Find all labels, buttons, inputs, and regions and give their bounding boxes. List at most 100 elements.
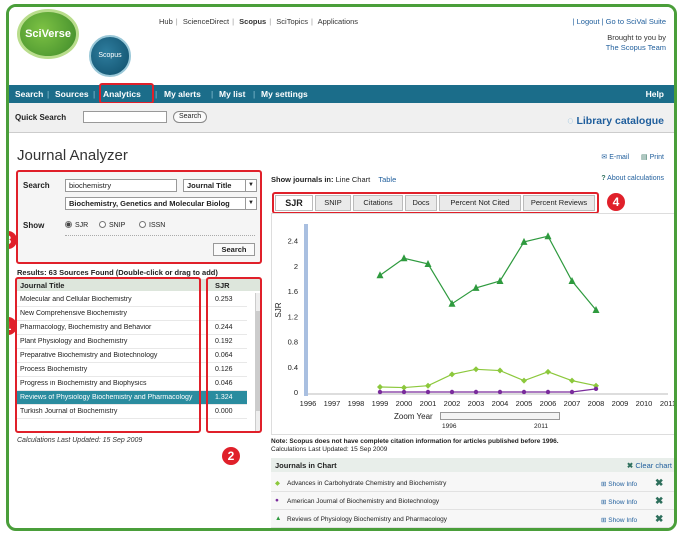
top-link-scopus[interactable]: Scopus xyxy=(239,17,266,26)
data-point xyxy=(376,271,384,279)
header: SciVerse Scopus Hub | ScienceDirect | Scop… xyxy=(9,7,674,85)
y-axis-title: SJR xyxy=(274,302,283,317)
data-point xyxy=(449,389,455,395)
calculations-updated: Calculations Last Updated: 15 Sep 2009 xyxy=(17,437,143,444)
top-link-hub[interactable]: Hub xyxy=(159,17,173,26)
list-item[interactable]: ◆ Advances in Carbohydrate Chemistry and… xyxy=(271,476,674,492)
data-point xyxy=(593,386,599,392)
show-info-link[interactable]: ⊞ Show Info xyxy=(601,480,637,488)
data-point xyxy=(401,384,407,391)
search-panel-highlight xyxy=(16,170,262,264)
sjr-line-chart[interactable]: 0 0.4 0.8 1.2 1.6 2 2.4 SJR 1996 1997 1998 1999 2000… xyxy=(271,213,676,435)
chart-svg: 0 0.4 0.8 1.2 1.6 2 2.4 SJR 1996 1997 1998 1999 2000… xyxy=(274,224,676,408)
x-tick-label: 1996 xyxy=(300,399,317,408)
top-links: Hub | ScienceDirect | Scopus | SciTopics | A… xyxy=(159,17,359,26)
nav-my-alerts[interactable]: My alerts xyxy=(164,89,201,99)
diamond-icon: ◆ xyxy=(275,480,280,487)
help-icon: ? xyxy=(601,175,606,182)
y-tick-label: 1.6 xyxy=(288,287,298,296)
results-count: Results: 63 Sources Found (Double-click … xyxy=(17,268,218,277)
page-title: Journal Analyzer xyxy=(17,147,128,164)
y-tick-label: 1.2 xyxy=(288,312,298,321)
data-point xyxy=(569,389,575,395)
show-info-link[interactable]: ⊞ Show Info xyxy=(601,516,637,524)
data-point xyxy=(569,377,575,384)
line-chart-option[interactable]: Line Chart xyxy=(336,175,371,184)
x-tick-label: 2001 xyxy=(420,399,437,408)
sciverse-logo[interactable]: SciVerse xyxy=(17,9,79,59)
top-link-applications[interactable]: Applications xyxy=(318,17,358,26)
citation-note: Note: Scopus does not have complete cita… xyxy=(271,438,559,453)
data-point xyxy=(497,389,503,395)
title-column-highlight xyxy=(15,277,201,433)
x-tick-label: 1997 xyxy=(324,399,341,408)
triangle-icon: ▲ xyxy=(275,515,282,522)
brought-team[interactable]: The Scopus Team xyxy=(573,43,666,53)
annotation-badge-4: 4 xyxy=(607,193,625,211)
quick-search-bar: Quick Search Search ◌ Library catalogue xyxy=(9,103,674,133)
y-tick-label: 0.8 xyxy=(288,338,298,347)
x-tick-label: 2005 xyxy=(516,399,533,408)
data-point xyxy=(544,232,552,240)
email-print-links: ✉ E-mail ▤ Print xyxy=(601,153,664,161)
list-item[interactable]: ▲ Reviews of Physiology Biochemistry and… xyxy=(271,512,674,528)
x-tick-label: 2006 xyxy=(540,399,557,408)
list-item[interactable]: ● American Journal of Biochemistry and B… xyxy=(271,494,674,510)
show-journals-in: Show journals in: Line Chart Table xyxy=(271,175,397,184)
journals-in-chart-header: Journals in Chart ✖ Clear chart xyxy=(271,458,674,472)
zoom-to-label: 2011 xyxy=(534,423,548,430)
account-links[interactable]: | Logout | Go to SciVal Suite xyxy=(573,17,666,27)
y-tick-label: 0.4 xyxy=(288,363,298,372)
series-line-0 xyxy=(379,368,597,389)
data-point xyxy=(449,371,455,378)
email-link[interactable]: E-mail xyxy=(609,154,629,161)
y-tick-label: 2.4 xyxy=(288,237,298,246)
y-tick-label: 2 xyxy=(294,262,298,271)
circle-icon: ● xyxy=(275,497,279,504)
top-link-scitopics[interactable]: SciTopics xyxy=(276,17,308,26)
data-point xyxy=(545,389,551,395)
y-tick-label: 0 xyxy=(294,388,298,397)
app-frame: SciVerse Scopus Hub | ScienceDirect | Scop… xyxy=(6,4,677,531)
data-point xyxy=(401,389,407,395)
scopus-logo[interactable]: Scopus xyxy=(89,35,131,77)
print-link[interactable]: Print xyxy=(650,154,664,161)
nav-my-list[interactable]: My list xyxy=(219,89,245,99)
nav-search[interactable]: Search xyxy=(15,89,43,99)
data-point xyxy=(545,368,551,375)
remove-icon[interactable]: ✖ xyxy=(655,514,663,525)
nav-help[interactable]: Help xyxy=(646,89,664,99)
zoom-from-label: 1996 xyxy=(442,423,457,430)
x-tick-label: 1998 xyxy=(348,399,365,408)
data-point xyxy=(497,367,503,374)
quick-search-input[interactable] xyxy=(83,111,167,123)
data-point xyxy=(377,389,383,395)
library-catalogue-link[interactable]: ◌ Library catalogue xyxy=(567,115,664,127)
nav-sources[interactable]: Sources xyxy=(55,89,89,99)
analytics-highlight xyxy=(99,83,154,104)
nav-my-settings[interactable]: My settings xyxy=(261,89,308,99)
top-link-sciencedirect[interactable]: ScienceDirect xyxy=(183,17,229,26)
about-calculations-link[interactable]: ? About calculations xyxy=(601,175,664,182)
clear-chart-button[interactable]: ✖ Clear chart xyxy=(627,461,672,470)
data-point xyxy=(400,254,408,262)
table-view-link[interactable]: Table xyxy=(378,175,396,184)
remove-icon[interactable]: ✖ xyxy=(655,478,663,489)
print-icon: ▤ xyxy=(641,154,648,161)
data-point xyxy=(473,366,479,373)
library-icon: ◌ xyxy=(567,115,574,127)
quick-search-button[interactable]: Search xyxy=(173,111,208,123)
email-icon: ✉ xyxy=(601,154,608,161)
x-tick-label: 2004 xyxy=(492,399,509,408)
data-point xyxy=(377,383,383,390)
x-tick-label: 2000 xyxy=(396,399,413,408)
show-info-link[interactable]: ⊞ Show Info xyxy=(601,498,637,506)
remove-icon[interactable]: ✖ xyxy=(655,496,663,507)
x-tick-label: 2003 xyxy=(468,399,485,408)
series-line-2 xyxy=(379,235,597,311)
x-tick-label: 2011 xyxy=(660,399,676,408)
zoom-slider[interactable] xyxy=(440,412,560,420)
x-tick-label: 2010 xyxy=(636,399,653,408)
data-point xyxy=(568,276,576,284)
close-icon: ✖ xyxy=(626,461,634,470)
